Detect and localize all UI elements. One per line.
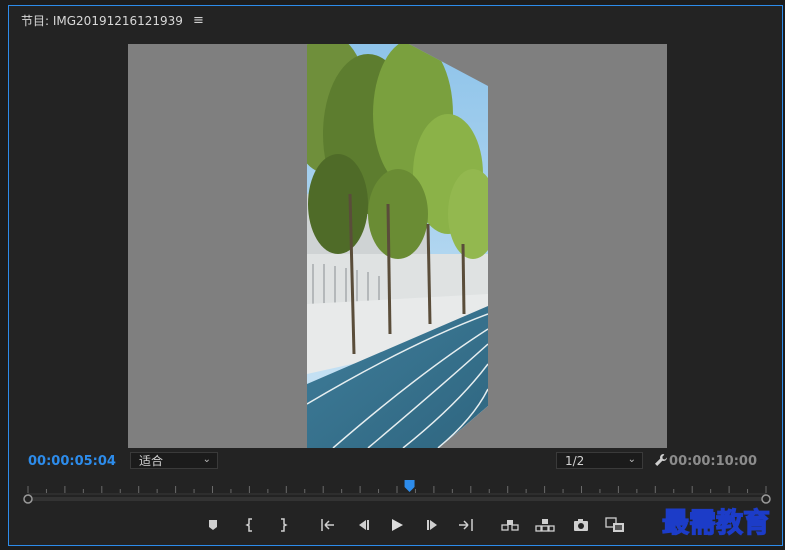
fit-dropdown[interactable]: 适合 ⌄ — [130, 452, 218, 469]
compare-icon — [605, 517, 624, 532]
watermark-logo: 最需教育 — [661, 506, 770, 539]
lift-button[interactable] — [498, 514, 522, 536]
lift-icon — [501, 520, 519, 531]
duration-timecode: 00:00:10:00 — [669, 454, 757, 469]
panel-title[interactable]: 节目: IMG20191216121939 — [21, 12, 183, 29]
step-forward-icon — [427, 520, 437, 530]
mark-out-icon — [281, 518, 288, 532]
step-back-icon — [359, 520, 369, 530]
go-to-out-icon — [459, 519, 473, 531]
chevron-down-icon: ⌄ — [202, 454, 211, 465]
program-monitor-panel: 节目: IMG20191216121939 ≡ 00:00:05:04 适合 ⌄… — [8, 5, 783, 546]
hamburger-menu-icon[interactable]: ≡ — [193, 13, 204, 28]
watermark-text: 最需教育 — [662, 507, 770, 539]
scrollbar-left-handle[interactable] — [23, 494, 33, 504]
playhead[interactable] — [404, 480, 415, 492]
mark-in-icon — [245, 518, 252, 532]
marker-icon — [209, 520, 217, 530]
wrench-icon[interactable] — [654, 453, 668, 471]
resolution-dropdown-value: 1/2 — [565, 453, 585, 468]
extract-icon — [535, 519, 555, 532]
add-marker-button[interactable] — [201, 514, 225, 536]
go-to-in-button[interactable] — [316, 514, 340, 536]
zoom-scrollbar[interactable] — [21, 494, 773, 504]
go-to-out-button[interactable] — [454, 514, 478, 536]
video-viewer[interactable] — [128, 44, 667, 448]
go-to-in-icon — [321, 519, 334, 531]
compare-view-button[interactable] — [603, 514, 627, 536]
mark-out-button[interactable] — [271, 514, 295, 536]
mark-in-button[interactable] — [238, 514, 262, 536]
chevron-down-icon: ⌄ — [627, 454, 636, 465]
step-back-button[interactable] — [351, 514, 375, 536]
play-button[interactable] — [385, 514, 409, 536]
scrollbar-right-handle[interactable] — [761, 494, 771, 504]
video-frame — [307, 44, 488, 448]
fit-dropdown-value: 适合 — [139, 454, 164, 468]
current-timecode[interactable]: 00:00:05:04 — [28, 454, 116, 469]
play-icon — [392, 519, 403, 531]
extract-button[interactable] — [533, 514, 557, 536]
panel-titlebar: 节目: IMG20191216121939 ≡ — [21, 10, 204, 30]
resolution-dropdown[interactable]: 1/2 ⌄ — [556, 452, 643, 469]
camera-icon — [574, 519, 588, 531]
export-frame-button[interactable] — [569, 514, 593, 536]
step-forward-button[interactable] — [421, 514, 445, 536]
